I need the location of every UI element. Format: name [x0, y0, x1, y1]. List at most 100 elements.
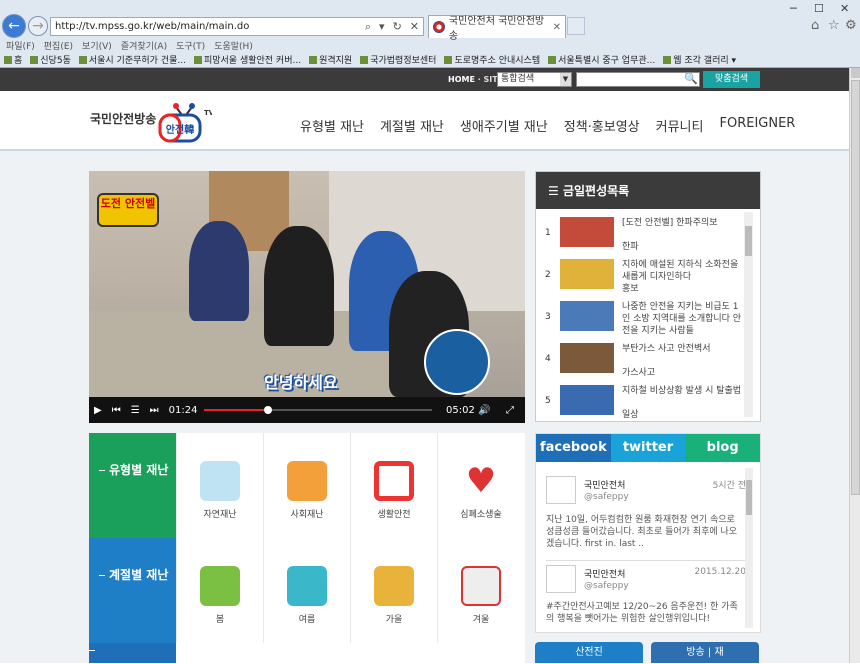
schedule-item[interactable]: 3 나중한 안전을 지키는 비급도 1인 소방 지역대를 소개합니다 안전을 지… [536, 298, 746, 338]
nav-foreigner[interactable]: FOREIGNER [719, 116, 795, 135]
post-time: 5시간 전 [712, 481, 746, 491]
menu-file[interactable]: 파일(F) [6, 39, 35, 52]
menu-favorites[interactable]: 즐겨찾기(A) [121, 39, 167, 52]
home-link[interactable]: HOME [448, 75, 475, 84]
skip-forward-icon[interactable]: ⏭ [145, 405, 164, 416]
schedule-item-title: 지하철 비상상황 발생 시 탈출법 [622, 386, 742, 396]
favorite-link[interactable]: 서울시 기준무허가 건물... [79, 53, 186, 66]
category-spring[interactable]: 봄 [176, 538, 263, 643]
favorite-link[interactable]: 신당5동 [30, 53, 71, 66]
social-scrollbar[interactable] [745, 468, 753, 628]
play-icon[interactable]: ▶ [89, 405, 107, 416]
nav-policy-video[interactable]: 정책·홍보영상 [564, 116, 640, 135]
search-icon[interactable]: ⌕ [361, 20, 375, 34]
url-text: http://tv.mpss.go.kr/web/main/main.do [55, 21, 250, 32]
logo-tv-icon[interactable]: 안전韓 TV [156, 99, 212, 145]
minimize-button[interactable]: ─ [790, 2, 797, 15]
search-icon[interactable]: 🔍 [684, 72, 698, 85]
browser-tab[interactable]: 국민안전처 국민안전방송 ✕ [428, 15, 566, 42]
bottom-button-left[interactable]: 산전진 [535, 642, 643, 663]
category-label-text: 계절별 재난 [109, 568, 169, 582]
category-label-season[interactable]: 계절별 재난 [89, 538, 176, 643]
menu-edit[interactable]: 편집(E) [44, 39, 73, 52]
schedule-item-text: 지하에 매설된 지하식 소화전을 새롭게 디자인하다 홍보 [622, 259, 742, 295]
detail-search-button[interactable]: 맞춤검색 [703, 71, 760, 88]
scarecrow-icon [374, 566, 414, 606]
dropdown-icon[interactable]: ▾ [375, 20, 389, 33]
video-player[interactable]: 도전 안전벨 안녕하세요 ▶ ⏮ ☰ ⏭ 01:24 05:02 🔊 ⤢ [89, 171, 525, 423]
schedule-scroll-thumb[interactable] [745, 226, 752, 256]
category-summer[interactable]: 여름 [263, 538, 350, 643]
schedule-scrollbar[interactable] [744, 212, 753, 417]
search-scope-select[interactable]: 통합검색 ▼ [497, 72, 572, 87]
favorite-link[interactable]: 피망서울 생활안전 커버... [194, 53, 301, 66]
schedule-item-title: 나중한 안전을 지키는 비급도 1인 소방 지역대를 소개합니다 안전을 지키는… [622, 302, 742, 336]
category-natural[interactable]: 자연재난 [176, 433, 263, 538]
nav-type-disaster[interactable]: 유형별 재난 [300, 116, 364, 135]
category-autumn[interactable]: 가을 [350, 538, 437, 643]
logo-tv-text: 안전韓 [166, 123, 194, 136]
social-tabs: facebook twitter blog [536, 434, 761, 462]
fullscreen-icon[interactable]: ⤢ [501, 405, 519, 416]
avatar [546, 476, 576, 504]
new-tab-button[interactable] [567, 17, 585, 35]
favorite-link[interactable]: 원격지원 [309, 53, 352, 66]
refresh-icon[interactable]: ↻ [389, 20, 406, 33]
favorite-link[interactable]: 웹 조각 갤러리 ▾ [663, 53, 736, 66]
maximize-button[interactable]: ☐ [814, 2, 824, 15]
logo-text[interactable]: 국민안전방송 [90, 110, 156, 127]
favorite-link[interactable]: 서울특별시 중구 업무관... [548, 53, 655, 66]
tab-twitter[interactable]: twitter [610, 434, 686, 462]
page-scrollbar[interactable] [849, 68, 860, 663]
menu-view[interactable]: 보기(V) [82, 39, 112, 52]
schedule-item[interactable]: 4 부탄가스 사고 안전벽서 가스사고 [536, 340, 746, 380]
favorite-link[interactable]: 국가법령정보센터 [360, 53, 436, 66]
social-post[interactable]: 국민안전처 @safeppy 2015.12.20 #주간안전사고예보 12/2… [546, 560, 746, 630]
schedule-item[interactable]: 5 지하철 비상상황 발생 시 탈출법 일상 [536, 382, 746, 422]
tab-blog[interactable]: blog [685, 434, 761, 462]
category-cpr[interactable]: ♥ 심폐소생술 [437, 433, 524, 538]
social-scroll-thumb[interactable] [746, 480, 752, 515]
favorite-link[interactable]: 홈 [4, 53, 22, 66]
scroll-thumb[interactable] [851, 80, 860, 495]
program-badge: 도전 안전벨 [97, 193, 159, 227]
schedule-item[interactable]: 1 [도전 안전벨] 한파주의보 한파 [536, 214, 746, 254]
schedule-item[interactable]: 2 지하에 매설된 지하식 소화전을 새롭게 디자인하다 홍보 [536, 256, 746, 296]
schedule-item-number: 5 [545, 396, 551, 406]
menu-help[interactable]: 도움말(H) [214, 39, 253, 52]
chevron-down-icon: ▼ [560, 73, 571, 86]
nav-community[interactable]: 커뮤니티 [656, 116, 704, 135]
schedule-thumbnail [560, 385, 614, 415]
close-tab-icon[interactable]: ✕ [553, 22, 565, 33]
category-label-next[interactable] [89, 643, 176, 663]
progress-knob[interactable] [263, 406, 272, 414]
category-item-label: 가을 [385, 615, 403, 625]
video-person [189, 221, 249, 321]
stop-icon[interactable]: ✕ [406, 20, 423, 33]
menu-tools[interactable]: 도구(T) [176, 39, 205, 52]
bottom-button-right[interactable]: 방송 | 재 [651, 642, 759, 663]
category-life[interactable]: 생활안전 [350, 433, 437, 538]
category-social[interactable]: 사회재난 [263, 433, 350, 538]
nav-lifecycle-disaster[interactable]: 생애주기별 재난 [460, 116, 548, 135]
progress-bar[interactable] [204, 406, 432, 414]
playlist-icon[interactable]: ☰ [126, 405, 145, 416]
search-input[interactable] [576, 72, 700, 87]
skip-back-icon[interactable]: ⏮ [107, 405, 126, 416]
back-button[interactable]: ← [2, 14, 26, 38]
category-label-type[interactable]: 유형별 재난 [89, 433, 176, 538]
volume-icon[interactable]: 🔊 [473, 405, 495, 416]
category-winter[interactable]: 겨울 [437, 538, 524, 643]
close-window-button[interactable]: ✕ [840, 2, 849, 15]
favorites-star-icon[interactable]: ☆ [828, 18, 840, 33]
social-post[interactable]: 국민안전처 @safeppy 5시간 전 지난 10일, 어두컴컴한 원룸 화재… [546, 476, 746, 556]
nav-season-disaster[interactable]: 계절별 재난 [380, 116, 444, 135]
avatar [546, 565, 576, 593]
address-bar[interactable]: http://tv.mpss.go.kr/web/main/main.do ⌕ … [50, 17, 424, 36]
scroll-up-arrow[interactable] [851, 68, 860, 78]
home-icon[interactable]: ⌂ [811, 18, 819, 33]
tab-facebook[interactable]: facebook [536, 434, 611, 462]
forward-button[interactable]: → [28, 16, 48, 36]
favorite-link[interactable]: 도로명주소 안내시스템 [444, 53, 540, 66]
gear-icon[interactable]: ⚙ [845, 18, 857, 33]
